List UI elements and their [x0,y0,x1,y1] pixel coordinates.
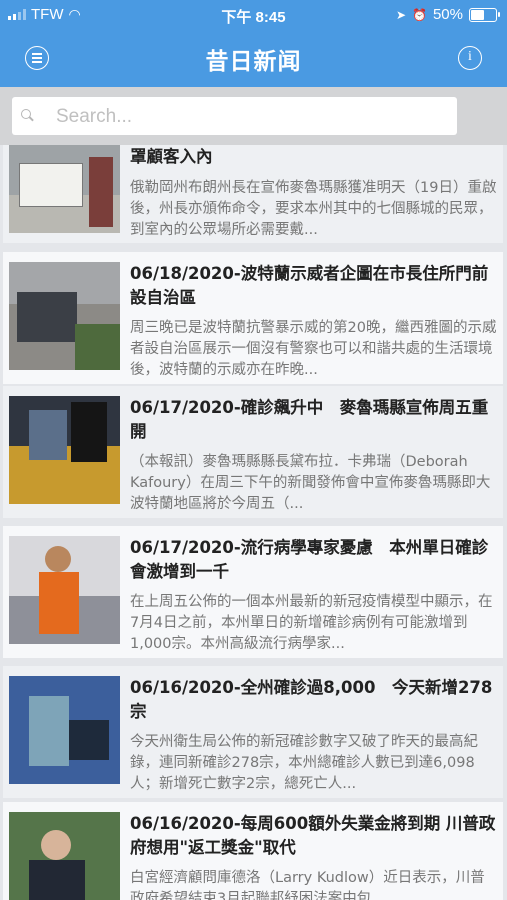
status-bar: TFW ◠ 下午 8:45 ➤ ⏰ 50% [0,0,507,30]
news-headline: 06/17/2020-確診飆升中 麥魯瑪縣宣佈周五重開 [130,398,489,441]
news-thumbnail [9,676,120,784]
news-item[interactable]: 06/17/2020-確診飆升中 麥魯瑪縣宣佈周五重開 （本報訊）麥魯瑪縣縣長黛… [3,386,503,518]
news-headline: 06/17/2020-流行病學專家憂慮 本州單日確診會激增到一千 [130,538,489,581]
search-icon [21,109,31,119]
news-summary: 在上周五公佈的一個本州最新的新冠疫情模型中顯示，在7月4日之前，本州單日的新增確… [130,594,493,652]
news-headline: 罩顧客入內 [130,147,213,166]
news-item[interactable]: 06/17/2020-流行病學專家憂慮 本州單日確診會激增到一千 在上周五公佈的… [3,526,503,658]
news-headline: 06/18/2020-波特蘭示威者企圖在市長住所門前設自治區 [130,264,489,307]
page-title: 昔日新闻 [205,49,302,75]
news-thumbnail [9,536,120,644]
search-bar [0,87,507,145]
alarm-icon: ⏰ [412,7,427,22]
news-summary: 今天州衛生局公佈的新冠確診數字又破了昨天的最高紀錄，連同新確診278宗，本州總確… [130,734,478,792]
news-thumbnail [9,396,120,504]
news-summary: 周三晚已是波特蘭抗警暴示威的第20晚，繼西雅圖的示威者設自治區展示一個沒有警察也… [130,320,497,378]
news-item[interactable]: 06/16/2020-全州確診過8,000 今天新增278宗 今天州衛生局公佈的… [3,666,503,798]
status-right: ➤ ⏰ 50% [395,6,500,23]
news-list[interactable]: 罩顧客入內 俄勒岡州布朗州長在宣佈麥魯瑪縣獲准明天（19日）重啟後，州長亦頒佈命… [0,145,507,900]
news-thumbnail [9,145,120,233]
news-item[interactable]: 06/16/2020-每周600額外失業金將到期 川普政府想用"返工獎金"取代 … [3,802,503,900]
news-thumbnail [9,812,120,900]
battery-percent: 50% [432,6,463,23]
info-icon[interactable]: i [458,46,482,70]
news-summary: （本報訊）麥魯瑪縣縣長黛布拉．卡弗瑞（Deborah Kafoury）在周三下午… [130,454,491,512]
nav-bar: 昔日新闻 i [0,30,507,87]
battery-fill [471,9,484,20]
search-box[interactable] [12,97,457,135]
search-input[interactable] [54,103,438,131]
news-item[interactable]: 罩顧客入內 俄勒岡州布朗州長在宣佈麥魯瑪縣獲准明天（19日）重啟後，州長亦頒佈命… [3,145,503,243]
battery-icon [469,7,500,22]
news-summary: 俄勒岡州布朗州長在宣佈麥魯瑪縣獲准明天（19日）重啟後，州長亦頒佈命令，要求本州… [130,180,497,238]
news-summary: 白宮經濟顧問庫德洛（Larry Kudlow）近日表示，川普政府希望結束3月起聯… [130,870,485,900]
location-arrow-icon: ➤ [395,7,407,22]
news-item[interactable]: 06/18/2020-波特蘭示威者企圖在市長住所門前設自治區 周三晚已是波特蘭抗… [3,252,503,384]
news-thumbnail [9,262,120,370]
news-headline: 06/16/2020-每周600額外失業金將到期 川普政府想用"返工獎金"取代 [130,814,496,857]
news-headline: 06/16/2020-全州確診過8,000 今天新增278宗 [130,678,493,721]
